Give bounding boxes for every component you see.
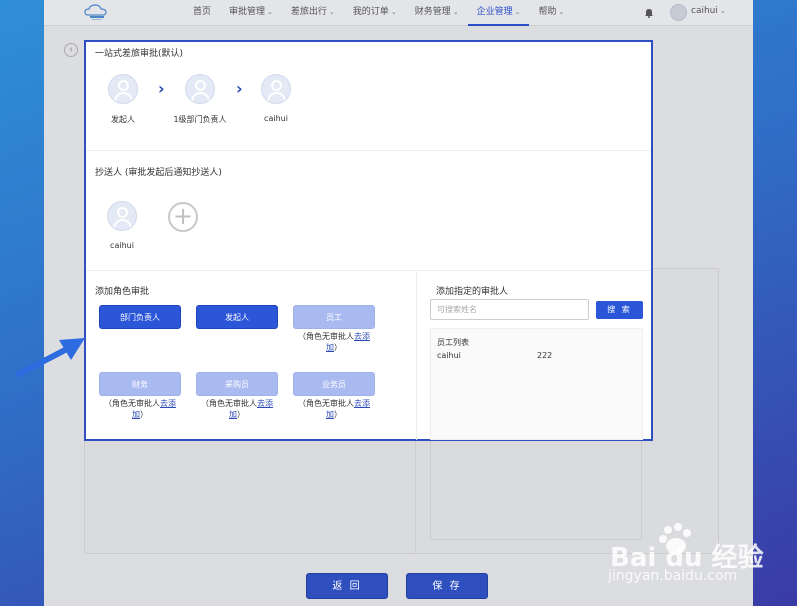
logo-icon	[84, 4, 107, 20]
role-initiator-button[interactable]: 发起人	[196, 305, 278, 329]
divider	[416, 270, 417, 440]
top-navigation-bar: 首页 审批管理 ⌄ 差旅出行 ⌄ 我的订单 ⌄ 财务管理 ⌄ 企业管理 ⌄ 帮助 ⌄ cai…	[44, 0, 753, 26]
save-button[interactable]: 保 存	[406, 573, 488, 599]
nav-orders[interactable]: 我的订单 ⌄	[344, 0, 406, 26]
role-dept-head-button[interactable]: 部门负责人	[99, 305, 181, 329]
chevron-down-icon: ⌄	[719, 7, 726, 15]
employee-id: 222	[537, 351, 553, 360]
role-employee-note: （角色无审批人去添 加）	[298, 332, 370, 352]
approver-title: 添加指定的审批人	[436, 287, 509, 297]
add-link[interactable]: 加	[132, 410, 140, 419]
search-input[interactable]	[430, 299, 589, 320]
employee-list: 员工列表 caihui 222	[430, 328, 643, 440]
chevron-right-icon: ›	[236, 79, 243, 98]
role-finance-button[interactable]: 财务	[99, 372, 181, 396]
main-nav: 首页 审批管理 ⌄ 差旅出行 ⌄ 我的订单 ⌄ 财务管理 ⌄ 企业管理 ⌄ 帮助 ⌄	[184, 0, 573, 26]
add-link[interactable]: 加	[326, 343, 334, 352]
avatar	[261, 74, 291, 104]
employee-list-header: 员工列表	[437, 338, 469, 347]
approval-dialog: 一站式差旅审批(默认) 发起人 › 1级部门负责人 › caihui 抄送人 (…	[84, 40, 653, 441]
flow-node-dept-head[interactable]: 1级部门负责人	[170, 74, 230, 125]
flow-title: 一站式差旅审批(默认)	[95, 49, 184, 59]
watermark-url: jingyan.baidu.com	[608, 568, 738, 584]
role-employee-button[interactable]: 员工	[293, 305, 375, 329]
chevron-down-icon: ⌄	[328, 8, 335, 16]
role-salesperson-button[interactable]: 业务员	[293, 372, 375, 396]
add-link[interactable]: 加	[229, 410, 237, 419]
chevron-down-icon: ⌄	[452, 8, 459, 16]
back-button[interactable]: 返 回	[306, 573, 388, 599]
nav-travel[interactable]: 差旅出行 ⌄	[282, 0, 344, 26]
nav-finance[interactable]: 财务管理 ⌄	[406, 0, 468, 26]
nav-help[interactable]: 帮助 ⌄	[529, 0, 573, 26]
add-link[interactable]: 去添	[354, 399, 370, 408]
chevron-down-icon: ⌄	[390, 8, 397, 16]
chevron-down-icon: ⌄	[514, 8, 521, 16]
avatar[interactable]	[670, 4, 687, 21]
chevron-down-icon: ⌄	[267, 8, 273, 16]
role-finance-note: （角色无审批人去添 加）	[104, 399, 176, 419]
avatar	[185, 74, 215, 104]
user-menu[interactable]: caihui ⌄	[691, 6, 726, 16]
employee-name[interactable]: caihui	[437, 351, 461, 360]
nav-home[interactable]: 首页	[184, 0, 220, 26]
cc-node-user[interactable]: caihui	[92, 201, 152, 250]
add-link[interactable]: 加	[326, 410, 334, 419]
pointer-arrow-icon	[16, 338, 85, 377]
search-button[interactable]: 搜 索	[596, 301, 643, 319]
divider	[86, 270, 651, 271]
back-arrow-icon[interactable]: ‹	[64, 43, 78, 57]
chevron-right-icon: ›	[158, 79, 165, 98]
bell-icon[interactable]	[644, 7, 654, 18]
flow-node-initiator[interactable]: 发起人	[93, 74, 153, 125]
avatar	[107, 201, 137, 231]
role-salesperson-note: （角色无审批人去添 加）	[298, 399, 370, 419]
background-box	[430, 440, 642, 540]
nav-enterprise[interactable]: 企业管理 ⌄	[467, 0, 530, 26]
add-cc-icon[interactable]: +	[168, 202, 198, 232]
role-purchaser-button[interactable]: 采购员	[196, 372, 278, 396]
add-link[interactable]: 去添	[354, 332, 370, 341]
add-link[interactable]: 去添	[160, 399, 176, 408]
role-purchaser-note: （角色无审批人去添 加）	[201, 399, 273, 419]
cc-title: 抄送人 (审批发起后通知抄送人)	[95, 168, 222, 178]
nav-approval[interactable]: 审批管理 ⌄	[220, 0, 282, 26]
roles-title: 添加角色审批	[95, 287, 150, 297]
add-link[interactable]: 去添	[257, 399, 273, 408]
avatar	[108, 74, 138, 104]
divider	[86, 150, 651, 151]
chevron-down-icon: ⌄	[558, 8, 565, 16]
flow-node-user[interactable]: caihui	[246, 74, 306, 123]
